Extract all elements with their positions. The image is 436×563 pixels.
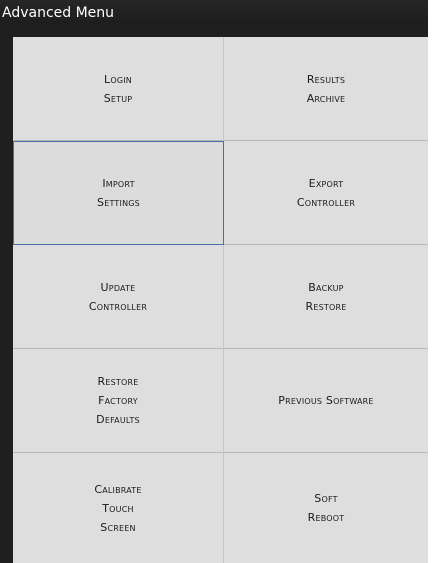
button-label-line: Soft <box>314 492 338 505</box>
results-archive-button[interactable]: Results Archive <box>224 37 428 141</box>
button-label: Previous Software <box>278 391 373 410</box>
button-label-line: Factory <box>98 394 138 407</box>
restore-factory-defaults-button[interactable]: Restore Factory Defaults <box>13 349 224 453</box>
export-controller-button[interactable]: Export Controller <box>224 141 428 245</box>
button-label-line: Export <box>308 176 344 190</box>
button-label: Restore Factory Defaults <box>96 372 140 429</box>
window-title: Advanced Menu <box>0 0 428 26</box>
button-label-line: Controller <box>88 299 148 313</box>
button-label: Import Settings <box>97 174 140 212</box>
button-label-line: Results <box>306 72 346 86</box>
previous-software-button[interactable]: Previous Software <box>224 349 428 453</box>
button-label: Update Controller <box>89 278 147 316</box>
advanced-menu-window: Advanced Menu Login Setup Results Archiv… <box>0 0 428 563</box>
button-label-line: Restore <box>305 299 347 313</box>
button-label-line: Backup <box>308 280 344 294</box>
button-label-line: Login <box>104 72 132 86</box>
import-settings-button[interactable]: Import Settings <box>13 141 224 245</box>
calibrate-touch-screen-button[interactable]: Calibrate Touch Screen <box>13 453 224 563</box>
button-label-line: Import <box>102 177 135 190</box>
button-label: Soft Reboot <box>308 489 345 527</box>
button-label: Login Setup <box>104 70 133 108</box>
button-label-line: Settings <box>97 196 140 209</box>
button-label-line: Update <box>100 280 136 294</box>
button-label: Calibrate Touch Screen <box>94 480 141 537</box>
button-label: Backup Restore <box>306 278 347 316</box>
button-label-line: Defaults <box>96 413 140 426</box>
button-label-line: Touch <box>102 501 134 515</box>
button-label-line: Restore <box>97 375 139 388</box>
button-label-line: Calibrate <box>94 482 142 496</box>
button-label-line: Previous Software <box>278 394 374 407</box>
update-controller-button[interactable]: Update Controller <box>13 245 224 349</box>
soft-reboot-button[interactable]: Soft Reboot <box>224 453 428 563</box>
login-setup-button[interactable]: Login Setup <box>13 37 224 141</box>
button-label-line: Controller <box>296 195 356 209</box>
button-label-line: Archive <box>306 91 346 105</box>
button-label: Export Controller <box>297 174 355 212</box>
button-label-line: Setup <box>103 91 133 105</box>
backup-restore-button[interactable]: Backup Restore <box>224 245 428 349</box>
button-label: Results Archive <box>307 70 346 108</box>
button-label-line: Screen <box>100 520 136 534</box>
menu-button-grid: Login Setup Results Archive Import Setti… <box>13 37 428 563</box>
button-label-line: Reboot <box>307 511 345 524</box>
